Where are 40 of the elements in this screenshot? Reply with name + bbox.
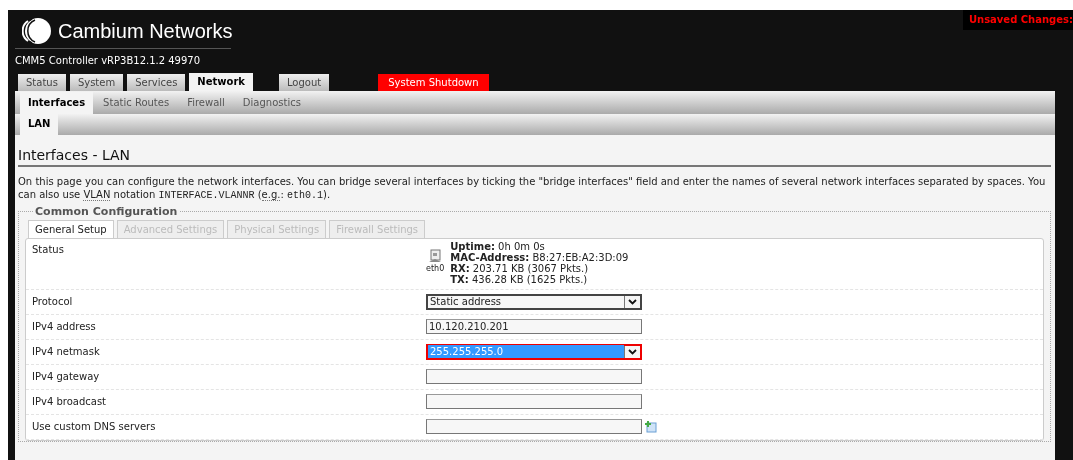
controller-version: CMM5 Controller vRP3B12.1.2 49970 bbox=[15, 54, 202, 68]
select-field[interactable]: Static address bbox=[426, 293, 642, 310]
field-label: Use custom DNS servers bbox=[31, 420, 157, 435]
description-text: On this page you can configure the network interfaces. You can bridge several interfaces by ticking the "bridge interfaces" field and enter the names of several network interfaces separated by spaces. You can also use VLAN notation INTERFACE.VLANNR (e.g.: eth0.1). bbox=[18, 174, 1047, 202]
sub-tab[interactable]: Static Routes bbox=[95, 92, 178, 114]
field-label: IPv4 address bbox=[31, 320, 97, 335]
nav-tab[interactable]: System bbox=[69, 74, 124, 91]
nav-tab[interactable]: Services bbox=[127, 74, 186, 91]
input-field[interactable] bbox=[426, 419, 642, 435]
input-field[interactable] bbox=[426, 394, 642, 410]
settings-tab[interactable]: General Setup bbox=[28, 219, 114, 238]
status-line: TX: 436.28 KB (1625 Pkts.) bbox=[450, 273, 589, 285]
nav-tab[interactable]: Status bbox=[18, 74, 66, 91]
interface-tab[interactable]: LAN bbox=[20, 113, 59, 135]
field-label: Status bbox=[31, 242, 65, 257]
sub-tab[interactable]: Firewall bbox=[179, 92, 233, 114]
status-line: MAC-Address: B8:27:EB:A2:3D:09 bbox=[450, 251, 629, 263]
section-legend: Common Configuration bbox=[33, 204, 180, 219]
logout-button[interactable]: Logout bbox=[278, 74, 330, 91]
field-label: IPv4 gateway bbox=[31, 370, 101, 385]
status-line: Uptime: 0h 0m 0s bbox=[450, 240, 546, 252]
page-title: Interfaces - LAN bbox=[18, 147, 1051, 167]
chevron-down-icon[interactable] bbox=[628, 348, 637, 355]
shutdown-button[interactable]: System Shutdown bbox=[378, 74, 489, 91]
sub-tab[interactable]: Diagnostics bbox=[234, 92, 309, 114]
add-entry-icon[interactable] bbox=[645, 421, 657, 434]
status-line: RX: 203.71 KB (3067 Pkts.) bbox=[450, 262, 590, 274]
input-field[interactable] bbox=[426, 369, 642, 385]
nav-tab[interactable]: Network bbox=[189, 73, 253, 91]
network-port-icon bbox=[428, 248, 443, 263]
chevron-down-icon[interactable] bbox=[628, 298, 637, 305]
sub-tab[interactable]: Interfaces bbox=[20, 92, 94, 114]
device-name: eth0 bbox=[426, 262, 445, 275]
brand-name: Cambium Networks bbox=[58, 19, 233, 44]
field-label: IPv4 netmask bbox=[31, 345, 101, 360]
input-field[interactable]: 10.120.210.201 bbox=[426, 319, 642, 335]
unsaved-changes-text: Unsaved Changes: bbox=[962, 10, 1073, 30]
logo-icon bbox=[22, 16, 52, 46]
field-label: IPv4 broadcast bbox=[31, 395, 108, 410]
field-label: Protocol bbox=[31, 295, 74, 310]
